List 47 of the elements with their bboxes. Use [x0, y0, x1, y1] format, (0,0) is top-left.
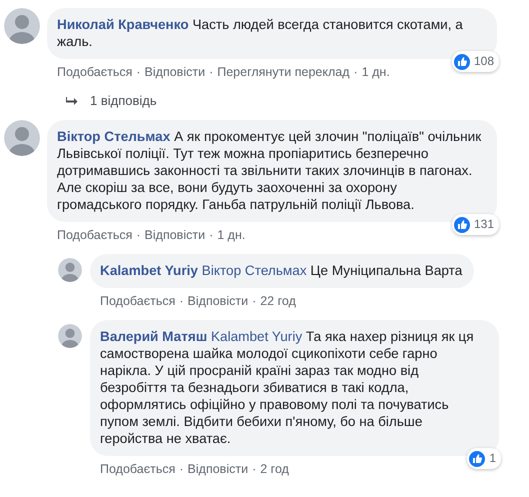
avatar — [58, 258, 82, 282]
reaction-count: 1 — [489, 450, 496, 467]
reaction-count: 108 — [474, 53, 494, 70]
like-icon — [454, 216, 470, 232]
mention-link[interactable]: Віктор Стельмах — [202, 263, 307, 278]
separator-dot: · — [251, 294, 258, 308]
separator-dot: · — [352, 65, 359, 79]
action-link[interactable]: Відповісти — [144, 228, 206, 242]
separator-dot: · — [178, 294, 185, 308]
action-link[interactable]: Подобається — [100, 294, 176, 308]
timestamp-link[interactable]: 1 дн. — [217, 228, 246, 242]
avatar — [4, 8, 40, 44]
reaction-badge[interactable]: 131 — [452, 214, 499, 235]
separator-dot: · — [208, 65, 214, 79]
reaction-badge[interactable]: 108 — [452, 51, 499, 72]
author-link[interactable]: Kalambet Yuriy — [100, 263, 198, 278]
action-link[interactable]: Переглянути переклад — [217, 65, 350, 79]
separator-dot: · — [135, 65, 142, 79]
timestamp-link[interactable]: 1 дн. — [362, 65, 390, 79]
comment-text: Валерий Матяш Kalambet Yuriy Та яка нахер різниця як ця самостворена шайка молодої сцикопіхоти себе гарно нарікла. У цій просраній країні зараз так модно від безробіття та безнадьоги збиватися в такі кодла, оформлятись офіційно у правовому полі та почуватись пупом землі. Відбити бебихи п'яному, бо на більше геройства не хватає. — [100, 328, 475, 447]
comment-text: Николай Кравченко Часть людей всегда становится скотами, а жаль. — [57, 16, 464, 50]
action-link[interactable]: Відповісти — [188, 462, 248, 476]
timestamp-link[interactable]: 2 год — [260, 462, 289, 476]
replies-link[interactable]: 1 відповідь — [90, 93, 157, 108]
avatar — [4, 120, 40, 156]
comment-text: Kalambet Yuriy Віктор Стельмах Це Муніципальна Варта — [100, 262, 462, 279]
separator-dot: · — [208, 228, 214, 242]
like-icon — [454, 54, 470, 70]
action-link[interactable]: Подобається — [100, 462, 176, 476]
author-link[interactable]: Віктор Стельмах — [57, 129, 170, 144]
separator-dot: · — [135, 228, 142, 242]
separator-dot: · — [178, 462, 185, 476]
timestamp-link[interactable]: 22 год — [260, 294, 296, 308]
action-link[interactable]: Відповісти — [144, 65, 206, 79]
author-link[interactable]: Николай Кравченко — [57, 17, 189, 32]
separator-dot: · — [251, 462, 258, 476]
author-link[interactable]: Валерий Матяш — [100, 329, 208, 344]
action-link[interactable]: Відповісти — [188, 294, 248, 308]
comment-text: Віктор Стельмах А як прокоментує цей злочин "поліцаїв" очільник Львівської поліції. Тут теж можна пропіаритись безперечно дотримавшись законності та звільнити таких злочинців в пагонах. Але скоріш за все, вони будуть заохоченні за охорону громадського порядку. Ганьба патрульній поліції Львова. — [57, 128, 482, 213]
action-link[interactable]: Подобається — [57, 228, 132, 242]
like-icon — [469, 450, 486, 466]
reaction-count: 131 — [474, 216, 494, 233]
avatar — [58, 324, 82, 348]
reaction-badge[interactable]: 1 — [467, 448, 501, 469]
action-link[interactable]: Подобається — [57, 65, 132, 79]
mention-link[interactable]: Kalambet Yuriy — [210, 329, 302, 344]
reply-arrow-icon — [66, 96, 78, 106]
